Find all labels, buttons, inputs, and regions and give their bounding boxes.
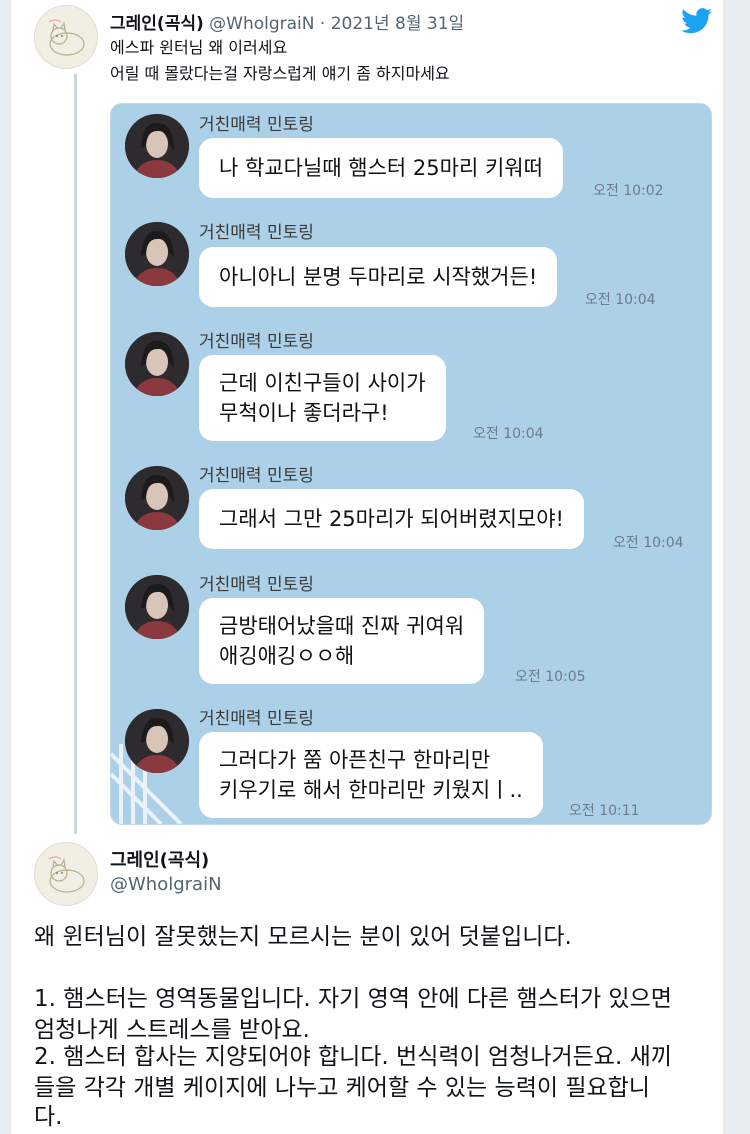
chat-message-text: 근데 이친구들이 사이가 (219, 371, 426, 395)
chat-message-text: 무척이나 좋더라구! (219, 401, 389, 425)
chat-message-text: 그러다가 쭘 아픈친구 한마리만 (219, 748, 491, 772)
chat-message-bubble: 근데 이친구들이 사이가 무척이나 좋더라구! (199, 355, 446, 441)
attached-chat-image[interactable]: 거친매력 민토링 나 학교다닐때 햄스터 25마리 키워떠 오전 10:02 거… (110, 103, 712, 825)
reply-text-line: 1. 햄스터는 영역동물입니다. 자기 영역 안에 다른 햄스터가 있으면 (34, 986, 672, 1012)
chat-message-bubble: 그러다가 쭘 아픈친구 한마리만 키우기로 해서 한마리만 키웠지ㅣ.. (199, 732, 543, 818)
chat-timestamp: 오전 10:04 (613, 535, 684, 551)
tweet-thread-card: 그레인(곡식) @WholgraiN · 2021년 8월 31일 에스파 윈터… (10, 0, 724, 1134)
chat-message-bubble: 나 학교다닐때 햄스터 25마리 키워떠 (199, 138, 563, 198)
reply-text-line: 2. 햄스터 합사는 지양되어야 합니다. 번식력이 엄청나거든요. 새끼 (34, 1044, 672, 1070)
tweet-date[interactable]: · 2021년 8월 31일 (320, 14, 464, 34)
tweet-text-line: 에스파 윈터님 왜 이러세요 (110, 38, 288, 57)
reply-author-handle[interactable]: @WholgraiN (110, 874, 222, 895)
author-name[interactable]: 그레인(곡식) (110, 14, 204, 34)
reply-text-line: 다. (34, 1104, 63, 1130)
chat-sender-name: 거친매력 민토링 (199, 115, 314, 135)
profile-photo-icon (125, 575, 189, 639)
chat-message-bubble: 그래서 그만 25마리가 되어버렸지모야! (199, 489, 584, 549)
chat-timestamp: 오전 10:04 (473, 426, 544, 442)
chat-sender-name: 거친매력 민토링 (199, 223, 314, 243)
profile-photo-icon (125, 222, 189, 286)
reply-author-name[interactable]: 그레인(곡식) (110, 846, 209, 872)
chat-message-text: 나 학교다닐때 햄스터 25마리 키워떠 (219, 156, 543, 180)
author-handle[interactable]: @WholgraiN (209, 14, 314, 34)
chat-sender-name: 거친매력 민토링 (199, 332, 314, 352)
chat-message-text: 애깅애깅ㅇㅇ해 (219, 644, 355, 668)
chat-profile-avatar (125, 222, 189, 286)
chat-timestamp: 오전 10:11 (569, 803, 640, 819)
chat-timestamp: 오전 10:02 (593, 183, 664, 199)
chat-timestamp: 오전 10:05 (515, 669, 586, 685)
reply-text-line: 들을 각각 개별 케이지에 나누고 케어할 수 있는 능력이 필요합니 (34, 1075, 650, 1101)
chat-profile-avatar (125, 575, 189, 639)
profile-photo-icon (125, 709, 189, 773)
profile-photo-icon (125, 332, 189, 396)
chat-timestamp: 오전 10:04 (585, 292, 656, 308)
tweet-text-line: 어릴 때 몰랐다는걸 자랑스럽게 얘기 좀 하지마세요 (110, 64, 450, 83)
chat-message-bubble: 아니아니 분명 두마리로 시작했거든! (199, 247, 558, 307)
chat-sender-name: 거친매력 민토링 (199, 575, 314, 595)
reply-author-avatar[interactable] (34, 842, 98, 906)
chat-message-bubble: 금방태어났을때 진짜 귀여워 애깅애깅ㅇㅇ해 (199, 598, 485, 684)
cat-drawing-icon (48, 19, 85, 56)
chat-profile-avatar (125, 466, 189, 530)
chat-message-text: 그래서 그만 25마리가 되어버렸지모야! (219, 507, 564, 531)
chat-message-text: 키우기로 해서 한마리만 키웠지ㅣ.. (219, 778, 523, 802)
chat-profile-avatar (125, 332, 189, 396)
tweet-header: 그레인(곡식) @WholgraiN · 2021년 8월 31일 (110, 9, 464, 34)
reply-text-line: 왜 윈터님이 잘못했는지 모르시는 분이 있어 덧붙입니다. (34, 924, 572, 950)
profile-photo-icon (125, 466, 189, 530)
chat-message-text: 아니아니 분명 두마리로 시작했거든! (219, 265, 538, 289)
twitter-bird-icon[interactable] (681, 8, 713, 34)
chat-sender-name: 거친매력 민토링 (199, 466, 314, 486)
thread-connector (74, 74, 77, 834)
chat-profile-avatar (125, 709, 189, 773)
chat-message-text: 금방태어났을때 진짜 귀여워 (219, 614, 465, 638)
cat-drawing-icon (48, 856, 85, 893)
chat-profile-avatar (125, 114, 189, 178)
chat-sender-name: 거친매력 민토링 (199, 709, 314, 729)
profile-photo-icon (125, 114, 189, 178)
author-avatar[interactable] (34, 5, 98, 69)
